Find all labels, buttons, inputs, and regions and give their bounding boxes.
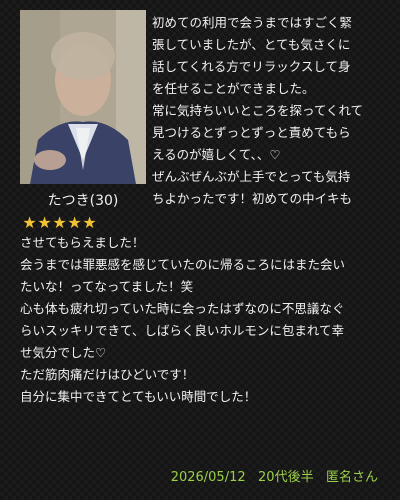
review-body-bottom: させてもらえました！ 会うまでは罪悪感を感じていたのに帰るころにはまた会い たい… (20, 232, 386, 408)
therapist-name-line: たつき(30) (20, 192, 146, 210)
review-line: ぜんぶぜんぶが上手でとっても気持 (152, 169, 351, 184)
review-line: えるのが嬉しくて、、♡ (152, 147, 281, 162)
review-meta: 2026/05/12 20代後半 匿名さん (171, 468, 378, 488)
therapist-profile: たつき(30) ★★★★★ (20, 10, 146, 232)
star-icon: ★ (22, 213, 37, 232)
therapist-photo (20, 10, 146, 184)
star-rating: ★★★★★ (20, 214, 146, 232)
review-line: 見つけるとずっとずっと責めてもら (152, 125, 351, 140)
star-icon: ★ (52, 213, 67, 232)
therapist-age: (30) (89, 193, 119, 209)
review-date: 2026/05/12 (170, 470, 246, 485)
review-line: らいスッキリできて、しばらく良いホルモンに包まれて幸 (20, 323, 345, 338)
review-line: 張していましたが、とても気さくに (152, 37, 351, 52)
star-icon: ★ (67, 213, 82, 232)
review-line: たいな！ってなってました！笑 (20, 279, 194, 294)
star-icon: ★ (37, 213, 52, 232)
review-line: せ気分でした♡ (20, 345, 107, 360)
review-body-top: 初めての利用で会うまではすごく緊 張していましたが、とても気さくに 話してくれる… (152, 12, 386, 210)
review-line: を任せることができました。 (152, 81, 315, 96)
reviewer-name: 匿名さん (325, 470, 378, 485)
review-card: たつき(30) ★★★★★ 初めての利用で会うまではすごく緊 張していましたが、… (0, 0, 400, 500)
review-line: ちよかったです！初めての中イキも (152, 191, 353, 206)
review-line: ただ筋肉痛だけはひどいです！ (20, 367, 195, 382)
review-line: 心も体も疲れ切っていた時に会ったはずなのに不思議なぐ (20, 301, 345, 316)
review-line: 自分に集中できてとてもいい時間でした！ (20, 389, 257, 404)
review-line: 会うまでは罪悪感を感じていたのに帰るころにはまた会い (20, 257, 346, 272)
review-line: 常に気持ちいいところを探ってくれて (152, 103, 364, 118)
star-icon: ★ (82, 213, 97, 232)
review-line: 話してくれる方でリラックスして身 (152, 59, 351, 74)
therapist-name: たつき (47, 193, 90, 209)
review-line: させてもらえました！ (20, 235, 145, 250)
review-line: 初めての利用で会うまではすごく緊 (152, 15, 353, 30)
reviewer-age-group: 20代後半 (258, 470, 314, 485)
